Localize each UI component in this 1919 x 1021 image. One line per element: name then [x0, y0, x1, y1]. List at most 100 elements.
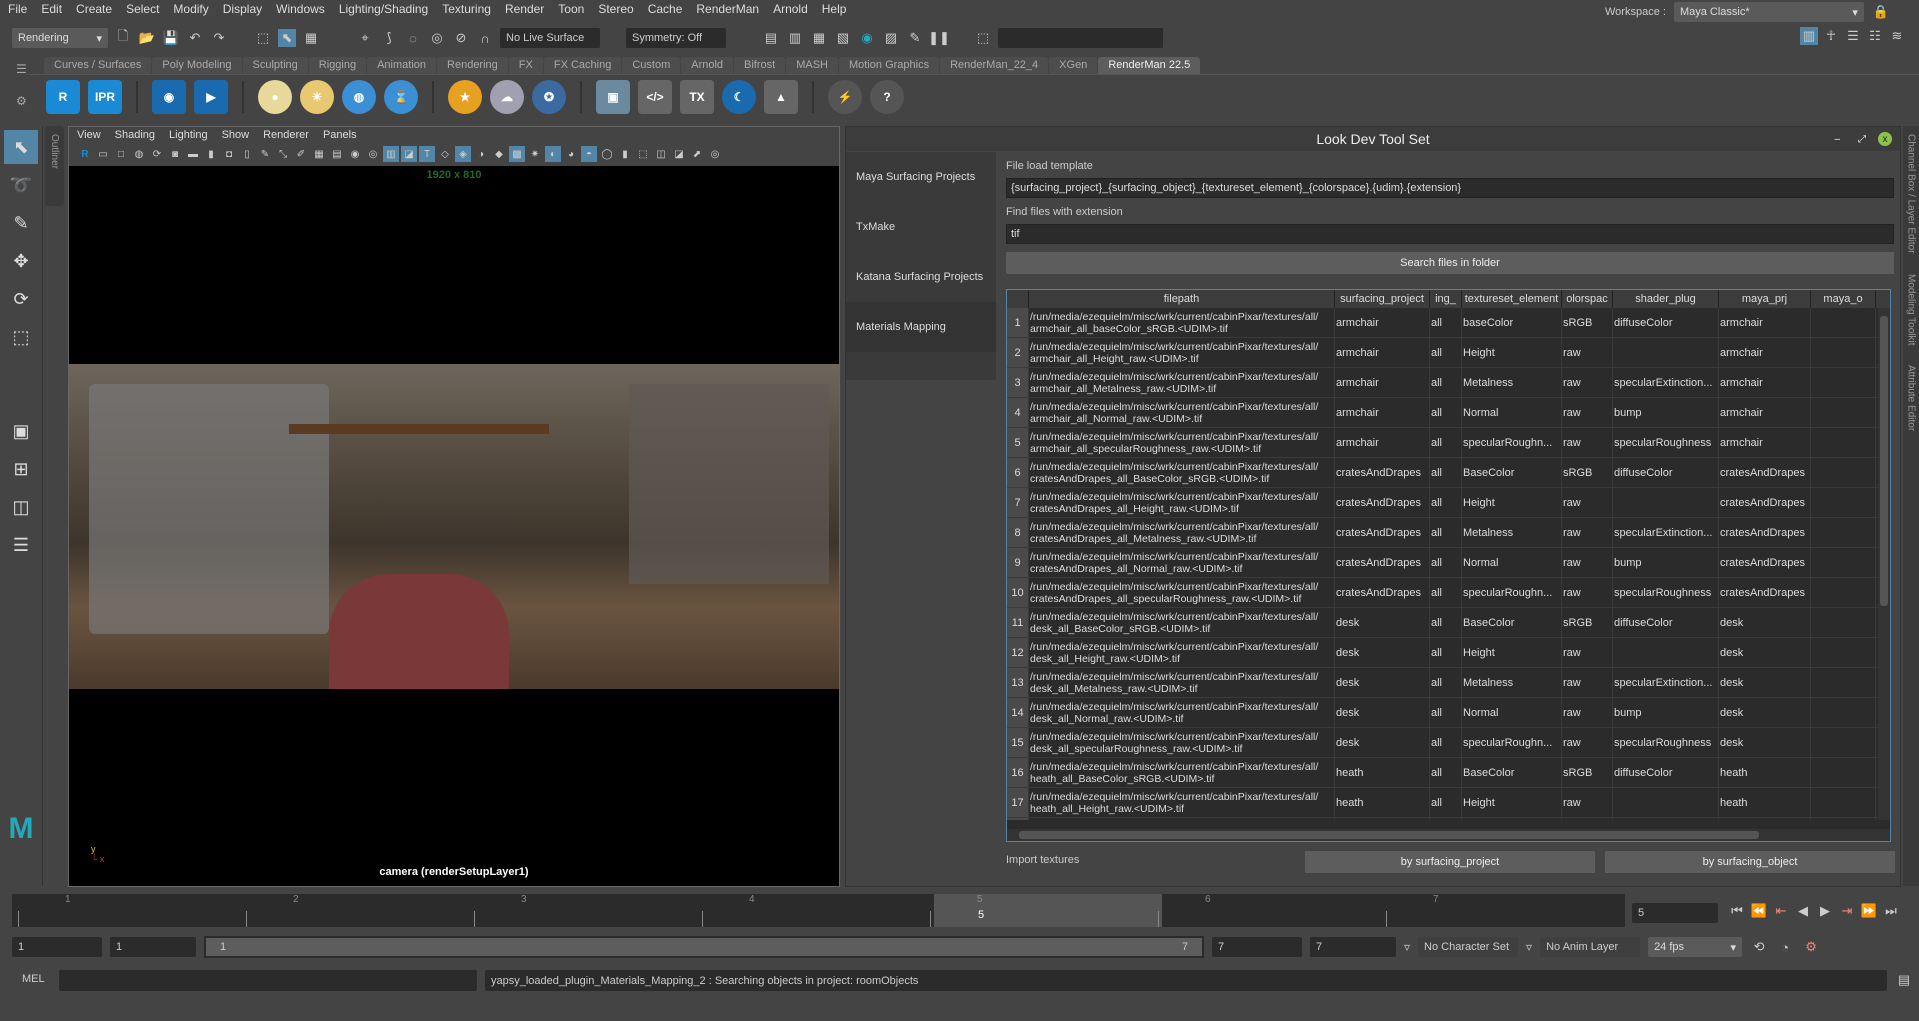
- nav-item[interactable]: Materials Mapping: [846, 302, 996, 352]
- menu-lighting-shading[interactable]: Lighting/Shading: [339, 2, 428, 16]
- horizontal-scrollbar[interactable]: [1007, 829, 1890, 841]
- scroll-thumb[interactable]: [1019, 831, 1759, 839]
- table-cell[interactable]: /run/media/ezequielm/misc/wrk/current/ca…: [1029, 638, 1335, 667]
- table-cell[interactable]: all: [1430, 758, 1462, 787]
- viewport-tool-icon[interactable]: ◐: [545, 146, 561, 162]
- shelf-tab[interactable]: FX: [508, 57, 543, 74]
- shelf-tab[interactable]: XGen: [1049, 57, 1098, 74]
- table-cell[interactable]: specularRoughn...: [1462, 728, 1562, 757]
- shelf-tab[interactable]: MASH: [786, 57, 838, 74]
- row-number[interactable]: 17: [1007, 788, 1029, 817]
- table-cell[interactable]: /run/media/ezequielm/misc/wrk/current/ca…: [1029, 788, 1335, 817]
- table-cell[interactable]: armchair: [1719, 368, 1811, 397]
- current-frame-field[interactable]: 5: [1632, 903, 1718, 923]
- table-cell[interactable]: armchair: [1719, 338, 1811, 367]
- extension-input[interactable]: tif: [1006, 224, 1894, 244]
- table-cell[interactable]: desk: [1335, 668, 1430, 697]
- viewport-tool-icon[interactable]: ◉: [347, 146, 363, 162]
- select-tool-icon[interactable]: ⬉: [4, 130, 38, 164]
- snap-surface-icon[interactable]: ⊘: [452, 29, 470, 47]
- viewport-tool-icon[interactable]: ◘: [221, 146, 237, 162]
- table-cell[interactable]: all: [1430, 608, 1462, 637]
- ipr-render-icon[interactable]: ▦: [810, 29, 828, 47]
- table-cell[interactable]: cratesAndDrapes: [1719, 578, 1811, 607]
- single-pane-icon[interactable]: ▣: [4, 414, 38, 448]
- table-cell[interactable]: cratesAndDrapes: [1719, 548, 1811, 577]
- table-cell[interactable]: all: [1430, 548, 1462, 577]
- row-number[interactable]: 4: [1007, 398, 1029, 427]
- table-cell[interactable]: specularExtinction...: [1613, 368, 1719, 397]
- viewport-tool-icon[interactable]: T: [419, 146, 435, 162]
- table-cell[interactable]: [1811, 728, 1876, 757]
- table-cell[interactable]: raw: [1562, 368, 1613, 397]
- shelf-tab[interactable]: RenderMan 22.5: [1098, 57, 1201, 74]
- table-cell[interactable]: /run/media/ezequielm/misc/wrk/current/ca…: [1029, 608, 1335, 637]
- shelf-tab[interactable]: Bifrost: [734, 57, 786, 74]
- column-header[interactable]: olorspac: [1562, 290, 1613, 308]
- menu-arnold[interactable]: Arnold: [773, 2, 808, 16]
- table-cell[interactable]: all: [1430, 668, 1462, 697]
- anim-layer-select[interactable]: No Anim Layer: [1540, 937, 1641, 957]
- table-row[interactable]: 3/run/media/ezequielm/misc/wrk/current/c…: [1007, 368, 1879, 398]
- txmake-icon[interactable]: TX: [680, 79, 714, 114]
- table-cell[interactable]: diffuseColor: [1613, 458, 1719, 487]
- snap-view-icon[interactable]: ◎: [428, 29, 446, 47]
- snap-grid-icon[interactable]: ⌖: [356, 29, 374, 47]
- box-icon[interactable]: ▣: [596, 79, 630, 114]
- row-number[interactable]: 3: [1007, 368, 1029, 397]
- prev-key-icon[interactable]: ⇤: [1772, 902, 1790, 920]
- table-row[interactable]: 2/run/media/ezequielm/misc/wrk/current/c…: [1007, 338, 1879, 368]
- row-number[interactable]: 1: [1007, 308, 1029, 337]
- viewport-tool-icon[interactable]: ◇: [437, 146, 453, 162]
- script-editor-icon[interactable]: ▤: [1895, 971, 1913, 989]
- viewport-tool-icon[interactable]: ◑: [473, 146, 489, 162]
- right-dock-tab[interactable]: Modeling Toolkit: [1906, 274, 1917, 346]
- table-cell[interactable]: raw: [1562, 398, 1613, 427]
- render-icon[interactable]: R: [46, 79, 80, 114]
- table-cell[interactable]: all: [1430, 698, 1462, 727]
- table-row[interactable]: 6/run/media/ezequielm/misc/wrk/current/c…: [1007, 458, 1879, 488]
- pixar-star-icon[interactable]: ★: [448, 79, 482, 114]
- table-cell[interactable]: BaseColor: [1462, 458, 1562, 487]
- viewport-tool-icon[interactable]: ⬈: [689, 146, 705, 162]
- quick-search-field[interactable]: [998, 28, 1163, 48]
- paint-select-icon[interactable]: ✎: [4, 206, 38, 240]
- plug-icon[interactable]: ⚡: [828, 79, 862, 114]
- by-surfacing-object-button[interactable]: by surfacing_object: [1605, 851, 1895, 873]
- table-cell[interactable]: /run/media/ezequielm/misc/wrk/current/ca…: [1029, 518, 1335, 547]
- menu-modify[interactable]: Modify: [173, 2, 208, 16]
- row-number[interactable]: 2: [1007, 338, 1029, 367]
- humanik-icon[interactable]: ☥: [1822, 27, 1840, 45]
- table-cell[interactable]: all: [1430, 488, 1462, 517]
- table-cell[interactable]: cratesAndDrapes: [1335, 518, 1430, 547]
- table-cell[interactable]: [1462, 818, 1562, 820]
- table-cell[interactable]: desk: [1719, 608, 1811, 637]
- code-icon[interactable]: </>: [638, 79, 672, 114]
- table-cell[interactable]: /run/media/ezequielm/misc/wrk/current/ca…: [1029, 308, 1335, 337]
- table-cell[interactable]: raw: [1562, 518, 1613, 547]
- table-cell[interactable]: BaseColor: [1462, 608, 1562, 637]
- viewport-tool-icon[interactable]: □: [113, 146, 129, 162]
- step-forward-icon[interactable]: ⏩: [1860, 902, 1878, 920]
- viewport-tool-icon[interactable]: ⟳: [149, 146, 165, 162]
- viewport-tool-icon[interactable]: ◪: [671, 146, 687, 162]
- right-dock-tab[interactable]: Attribute Editor: [1906, 365, 1917, 431]
- character-set-select[interactable]: No Character Set: [1418, 937, 1519, 957]
- table-row[interactable]: 1/run/media/ezequielm/misc/wrk/current/c…: [1007, 308, 1879, 338]
- playblast-icon[interactable]: ▶: [194, 79, 228, 114]
- column-header[interactable]: shader_plug: [1613, 290, 1719, 308]
- viewport-canvas[interactable]: 1920 x 810 camera (renderSetupLayer1) y └…: [69, 166, 839, 886]
- table-cell[interactable]: specularRoughness: [1613, 728, 1719, 757]
- new-scene-icon[interactable]: 🗋: [114, 28, 132, 47]
- table-cell[interactable]: Height: [1462, 338, 1562, 367]
- symmetry-field[interactable]: Symmetry: Off: [626, 28, 726, 48]
- shelf-tab[interactable]: Curves / Surfaces: [44, 57, 152, 74]
- template-input[interactable]: {surfacing_project}_{surfacing_object}_{…: [1006, 178, 1894, 198]
- table-cell[interactable]: /run/media/ezequielm/misc/wrk/current/ca…: [1029, 368, 1335, 397]
- shelf-tab[interactable]: Sculpting: [242, 57, 308, 74]
- playback-end-field[interactable]: 7: [1212, 937, 1302, 957]
- table-cell[interactable]: /run/media/ezequielm/misc/wrk/current/ca…: [1029, 548, 1335, 577]
- viewport-menu-lighting[interactable]: Lighting: [169, 129, 208, 141]
- redo-icon[interactable]: ↷: [210, 29, 228, 47]
- table-cell[interactable]: armchair: [1335, 398, 1430, 427]
